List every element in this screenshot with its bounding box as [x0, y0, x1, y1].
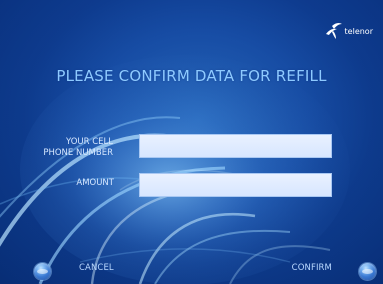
telenor-logo-icon — [325, 22, 342, 39]
telenor-logo: telenor — [324, 22, 373, 40]
page-title: PLEASE CONFIRM DATA FOR REFILL — [56, 67, 327, 85]
brand-name: telenor — [344, 26, 373, 36]
phone-number-label-text: YOUR CELL PHONE NUMBER — [43, 137, 113, 158]
phone-number-label: YOUR CELL PHONE NUMBER — [0, 137, 113, 159]
amount-field[interactable] — [139, 173, 332, 197]
cancel-round-button[interactable] — [34, 263, 51, 280]
phone-number-field[interactable] — [139, 134, 332, 158]
confirm-button[interactable]: CONFIRM — [292, 263, 332, 273]
cancel-button[interactable]: CANCEL — [79, 263, 114, 273]
amount-label: AMOUNT — [76, 178, 114, 188]
confirm-round-button[interactable] — [359, 263, 376, 280]
atm-refill-confirm-screen: telenor PLEASE CONFIRM DATA FOR REFILL Y… — [0, 0, 383, 284]
